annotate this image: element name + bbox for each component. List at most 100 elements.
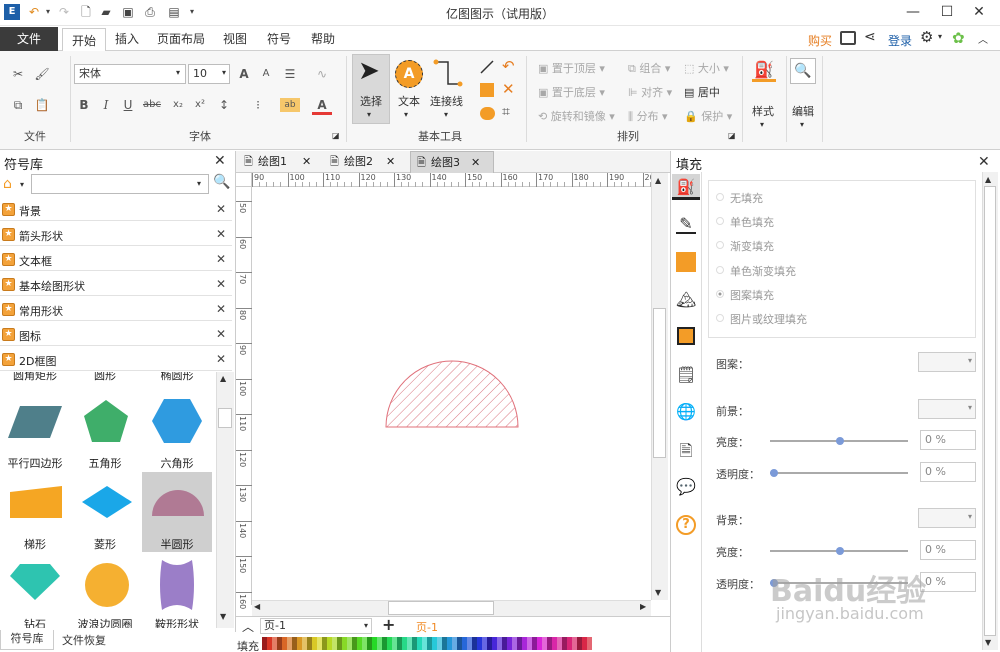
category-row-common-shapes[interactable]: ★ 常用形状 ✕ (0, 299, 232, 321)
file-menu-tab[interactable]: 文件 (0, 27, 58, 51)
font-color-icon[interactable]: A (312, 95, 332, 115)
semicircle-on-canvas[interactable] (384, 360, 520, 430)
align-menu-icon[interactable]: ☰ (280, 64, 300, 84)
globe-side-icon[interactable]: 🌐 (676, 402, 696, 422)
scroll-down-icon[interactable]: ▼ (985, 638, 991, 647)
fg-transparency-slider[interactable] (770, 472, 908, 474)
category-row-2d-block[interactable]: ★ 2D框图 ✕ (0, 349, 232, 371)
close-icon[interactable]: ✕ (302, 151, 311, 173)
align-button[interactable]: ⊫ 对齐 ▾ (628, 84, 672, 100)
italic-icon[interactable]: I (96, 95, 116, 115)
symbol-search-input[interactable] (31, 174, 209, 194)
font-dialog-launcher-icon[interactable]: ◪ (332, 131, 340, 140)
line-spacing-icon[interactable]: ↕ (214, 95, 234, 115)
close-icon[interactable]: ✕ (386, 151, 395, 173)
line-side-icon[interactable]: ✎ (676, 214, 696, 234)
minimize-icon[interactable]: — (898, 2, 928, 22)
scroll-up-icon[interactable]: ▲ (655, 176, 661, 185)
tab-file-recovery[interactable]: 文件恢复 (62, 632, 106, 648)
fg-brightness-spinner[interactable]: 0 % (920, 430, 976, 450)
line-style-icon[interactable]: ∿ (312, 64, 332, 84)
bg-brightness-knob[interactable] (836, 547, 844, 555)
bold-icon[interactable]: B (74, 95, 94, 115)
color-swatches[interactable] (262, 637, 592, 650)
send-to-back-button[interactable]: ▣ 置于底层 ▾ (538, 84, 605, 100)
ribbon-collapse-icon[interactable]: ︿ (978, 31, 988, 46)
page-select[interactable]: 页-1 ▾ (260, 618, 372, 634)
cut-icon[interactable]: ✂ (8, 64, 28, 84)
rotate-mirror-button[interactable]: ⟲ 旋转和镜像 ▾ (538, 108, 615, 124)
underline-icon[interactable]: U (118, 95, 138, 115)
bullets-icon[interactable]: ⁝ (248, 95, 268, 115)
scroll-up-icon[interactable]: ▲ (985, 175, 991, 184)
close-panel-icon[interactable]: ✕ (978, 154, 990, 170)
shape-pentagon[interactable] (82, 398, 130, 444)
shadow-side-icon[interactable] (676, 252, 696, 272)
tab-drawing3[interactable]: 🗎 绘图3 ✕ (410, 151, 494, 173)
maximize-icon[interactable]: ☐ (932, 2, 962, 22)
document-side-icon[interactable]: 🗒 (676, 365, 696, 385)
connector-tool-label[interactable]: 连接线 (430, 93, 463, 109)
superscript-icon[interactable]: x² (190, 95, 210, 115)
line-tool-icon[interactable] (478, 58, 496, 76)
format-painter-icon[interactable]: 🖌 (32, 64, 52, 84)
group-button[interactable]: ⧉ 组合 ▾ (628, 60, 670, 76)
grow-font-icon[interactable]: A (234, 64, 254, 84)
text-tool-icon[interactable]: A (395, 60, 423, 88)
share-icon[interactable]: ⋖ (864, 29, 876, 45)
subscript-icon[interactable]: x₂ (168, 95, 188, 115)
image-side-icon[interactable]: 🏔 (676, 290, 696, 310)
note-side-icon[interactable]: 🗎 (676, 440, 696, 460)
horizontal-scroll-thumb[interactable] (388, 601, 494, 615)
search-icon[interactable]: 🔍 (213, 174, 230, 190)
bring-to-front-button[interactable]: ▣ 置于顶层 ▾ (538, 60, 605, 76)
close-panel-icon[interactable]: ✕ (214, 153, 226, 169)
foreground-color-select[interactable]: ▾ (918, 399, 976, 419)
comment-side-icon[interactable]: 💬 (676, 477, 696, 497)
rectangle-tool-icon[interactable] (480, 83, 494, 97)
template-icon[interactable] (840, 31, 856, 45)
copy-icon[interactable]: ⧉ (8, 95, 28, 115)
library-home-icon[interactable]: ⌂ (3, 176, 12, 192)
edit-button[interactable]: 🔍 (790, 58, 816, 84)
strikethrough-icon[interactable]: abc (142, 95, 162, 115)
arrange-dialog-launcher-icon[interactable]: ◪ (728, 131, 736, 140)
help-side-icon[interactable]: ? (676, 515, 696, 535)
shape-parallelogram[interactable] (6, 404, 64, 440)
library-home-dropdown-icon[interactable]: ▾ (20, 180, 24, 189)
cross-tool-icon[interactable]: ✕ (502, 80, 515, 98)
close-icon[interactable]: ✕ (216, 202, 226, 216)
connector-tool-icon[interactable] (432, 58, 466, 90)
current-page-tab[interactable]: 页-1 (416, 619, 438, 635)
brand-flower-icon[interactable]: ✿ (952, 29, 965, 47)
category-row-background[interactable]: ★ 背景 ✕ (0, 199, 232, 221)
color-swatch[interactable] (587, 637, 592, 650)
fill-panel-scroll-thumb[interactable] (984, 186, 996, 636)
buy-link[interactable]: 购买 (808, 32, 832, 49)
tab-help[interactable]: 帮助 (304, 27, 342, 51)
highlight-icon[interactable]: ab (280, 98, 300, 112)
shape-semicircle[interactable] (150, 488, 206, 518)
shape-wavy-circle[interactable] (82, 560, 132, 610)
pattern-select[interactable]: ▾ (918, 352, 976, 372)
close-icon[interactable]: ✕ (216, 227, 226, 241)
category-row-basic-shapes[interactable]: ★ 基本绘图形状 ✕ (0, 274, 232, 296)
center-button[interactable]: ▤ 居中 (684, 84, 720, 100)
tab-view[interactable]: 视图 (216, 27, 254, 51)
close-icon[interactable]: ✕ (216, 352, 226, 366)
close-icon[interactable]: ✕ (216, 302, 226, 316)
scroll-down-icon[interactable]: ▼ (655, 588, 661, 597)
page-list-up-icon[interactable]: ︿ (242, 618, 254, 635)
library-scroll-thumb[interactable] (218, 408, 232, 428)
edit-label[interactable]: 编辑 (792, 103, 814, 119)
scroll-left-icon[interactable]: ◀ (254, 602, 260, 611)
bg-brightness-spinner[interactable]: 0 % (920, 540, 976, 560)
ellipse-tool-icon[interactable] (480, 107, 495, 120)
tab-home[interactable]: 开始 (62, 28, 106, 52)
crop-tool-icon[interactable]: ⌗ (502, 104, 510, 120)
tab-symbol-library[interactable]: 符号库 (0, 630, 54, 650)
protect-button[interactable]: 🔒 保护 ▾ (684, 108, 732, 124)
semicircle-shape[interactable] (385, 360, 519, 428)
shape-diamond[interactable] (80, 484, 134, 520)
category-row-arrows[interactable]: ★ 箭头形状 ✕ (0, 224, 232, 246)
